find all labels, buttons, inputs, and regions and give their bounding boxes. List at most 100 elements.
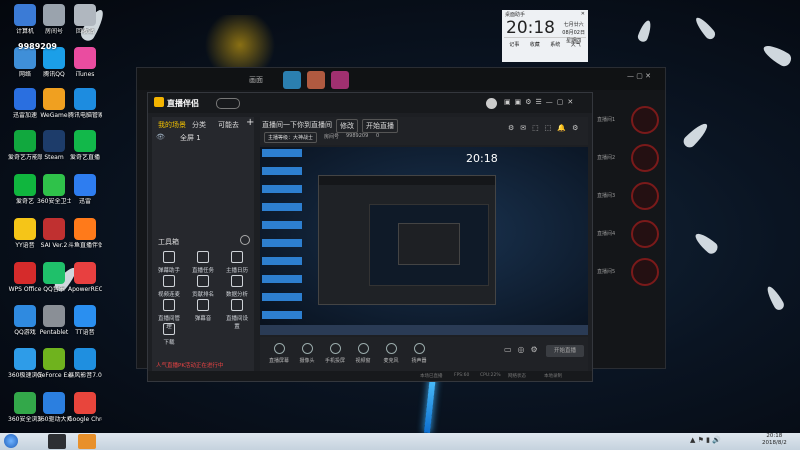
desktop-icon[interactable]: GeForce Experience: [37, 348, 71, 379]
clock-footer-item[interactable]: 记事: [509, 41, 519, 48]
desktop-icon[interactable]: Google Chrome: [68, 392, 102, 423]
desktop-icon[interactable]: 房间号: [37, 4, 71, 35]
app-icon: [74, 47, 96, 69]
nested-titlebar: [319, 176, 495, 185]
bg-window-titlebar: [137, 68, 665, 90]
app-icon: [74, 174, 96, 196]
bottom-tool-button[interactable]: 麦克风: [380, 343, 402, 364]
tray-icons[interactable]: ▲ ⚑ ▮ 🔊: [690, 436, 721, 444]
desktop-icon[interactable]: iTunes: [68, 47, 102, 78]
eye-icon[interactable]: 👁: [156, 133, 165, 141]
avatar[interactable]: [283, 71, 301, 89]
desktop-icon-label: Google Chrome: [68, 416, 102, 423]
feather-decoration: [636, 18, 654, 44]
feather-decoration: [681, 120, 711, 150]
slot-avatar[interactable]: [631, 144, 659, 172]
desktop-icon[interactable]: 暴风影音7.0: [68, 348, 102, 379]
clock-widget[interactable]: 桌面助手 ✕ 20:18 七月廿六 08月02日 星期四 记事 收藏 系统 天气: [502, 10, 588, 62]
stream-preview[interactable]: 20:18: [260, 147, 588, 335]
toolbox-item[interactable]: 主播日历: [224, 251, 250, 274]
toolbox-item[interactable]: 贡献排名: [190, 275, 216, 298]
notice-text[interactable]: 人气直播PK活动正在进行中: [156, 361, 223, 369]
desktop-icon[interactable]: WeGame: [37, 88, 71, 119]
nested-preview: [369, 204, 489, 286]
avatar[interactable]: [331, 71, 349, 89]
desktop-icon[interactable]: 爱奇艺直播: [68, 130, 102, 161]
desktop-icon[interactable]: QQ音乐: [37, 262, 71, 293]
desktop-icon[interactable]: ApowerREC: [68, 262, 102, 293]
bottom-tool-button[interactable]: 扬声器: [408, 343, 430, 364]
app-icon: [74, 130, 96, 152]
bg-window-slot[interactable]: 直播间4: [597, 220, 661, 250]
taskbar: ▲ ⚑ ▮ 🔊 20:18 2018/8/2: [0, 433, 800, 450]
desktop-icon[interactable]: Steam: [37, 130, 71, 161]
bg-window-tab[interactable]: 画面: [249, 75, 263, 85]
toolbox-item[interactable]: 弹幕音: [190, 299, 216, 322]
desktop-icon[interactable]: 斗鱼直播伴侣: [68, 218, 102, 249]
toolbox-item[interactable]: 弹幕助手: [156, 251, 182, 274]
start-stream-tag[interactable]: 开始直播: [362, 119, 398, 133]
tab-category[interactable]: 分类: [192, 120, 206, 130]
slot-avatar[interactable]: [631, 220, 659, 248]
tool-icon: [329, 343, 341, 354]
bg-window-slot[interactable]: 直播间5: [597, 258, 661, 288]
tab-more[interactable]: 可能去: [218, 120, 239, 130]
tool-icon: [163, 323, 175, 335]
bottom-tool-button[interactable]: 视频窗: [352, 343, 374, 364]
desktop-icon[interactable]: 腾讯电脑管家: [68, 88, 102, 119]
more-icon[interactable]: [240, 235, 250, 245]
room-title[interactable]: 直播间一下你到直播间: [262, 120, 332, 130]
glow-decoration: [200, 15, 280, 75]
clock-footer-item[interactable]: 系统: [550, 41, 560, 48]
window-controls[interactable]: — ▢ ✕: [627, 72, 651, 80]
tool-label: 贡献排名: [191, 292, 214, 298]
slot-avatar[interactable]: [631, 106, 659, 134]
bottom-tool-button[interactable]: 摄像头: [296, 343, 318, 364]
room-tag[interactable]: 修改: [336, 119, 358, 133]
taskbar-app-icon[interactable]: [48, 434, 66, 449]
clock-footer-item[interactable]: 收藏: [530, 41, 540, 48]
desktop-icon[interactable]: 迅雷: [68, 174, 102, 205]
tool-label: 麦克风: [383, 358, 399, 364]
start-button[interactable]: [4, 434, 18, 448]
bg-window-slot[interactable]: 直播间3: [597, 182, 661, 212]
toolbox-item[interactable]: 下载: [156, 323, 182, 346]
desktop-icon[interactable]: TT语音: [68, 305, 102, 336]
desktop-icon[interactable]: SAI Ver.2: [37, 218, 71, 249]
app-icon: [74, 218, 96, 240]
status-text: FPS:60: [454, 373, 470, 378]
close-icon[interactable]: ✕: [581, 11, 585, 18]
bottom-tool-button[interactable]: 手机投屏: [324, 343, 346, 364]
desktop-icon[interactable]: 腾讯QQ: [37, 47, 71, 78]
tool-icon: [301, 343, 313, 354]
desktop-icon[interactable]: 回收站: [68, 4, 102, 35]
toolbox-item[interactable]: 直播任务: [190, 251, 216, 274]
slot-avatar[interactable]: [631, 182, 659, 210]
version-badge[interactable]: [216, 98, 240, 109]
desktop-icon[interactable]: 360驱动大师: [37, 392, 71, 423]
slot-label: 直播间2: [597, 155, 616, 161]
avatar[interactable]: [486, 98, 497, 109]
slot-avatar[interactable]: [631, 258, 659, 286]
bottom-icons[interactable]: ▭◎⚙: [504, 345, 544, 354]
bottom-tool-button[interactable]: 直播屏幕: [268, 343, 290, 364]
add-icon[interactable]: +: [246, 117, 254, 128]
taskbar-app-icon[interactable]: [78, 434, 96, 449]
bg-window-slot[interactable]: 直播间1: [597, 106, 661, 136]
app-icon: [43, 88, 65, 110]
start-live-button[interactable]: 开始直播: [546, 345, 584, 357]
tab-scenes[interactable]: 我的场景: [158, 120, 186, 130]
bg-window-slot[interactable]: 直播间2: [597, 144, 661, 174]
feather-decoration: [760, 41, 794, 69]
taskbar-clock[interactable]: 20:18 2018/8/2: [762, 433, 787, 447]
avatar[interactable]: [307, 71, 325, 89]
desktop-icon[interactable]: Pentablet: [37, 305, 71, 336]
scene-item[interactable]: 全屏 1: [180, 133, 201, 143]
room-toolbar-icons[interactable]: ⚙✉⬚⬚🔔⚙: [508, 124, 584, 132]
toolbox-item[interactable]: 直播间设置: [224, 299, 250, 330]
toolbox-item[interactable]: 视频连麦: [156, 275, 182, 298]
main-app-window[interactable]: 直播伴侣 ▣▣⚙☰—▢✕ 我的场景 分类 可能去 + 👁 全屏 1 工具箱 弹幕…: [147, 92, 593, 382]
desktop-icon[interactable]: 360安全卫士: [37, 174, 71, 205]
toolbox-item[interactable]: 数据分析: [224, 275, 250, 298]
titlebar-icons[interactable]: ▣▣⚙☰—▢✕: [504, 98, 577, 106]
